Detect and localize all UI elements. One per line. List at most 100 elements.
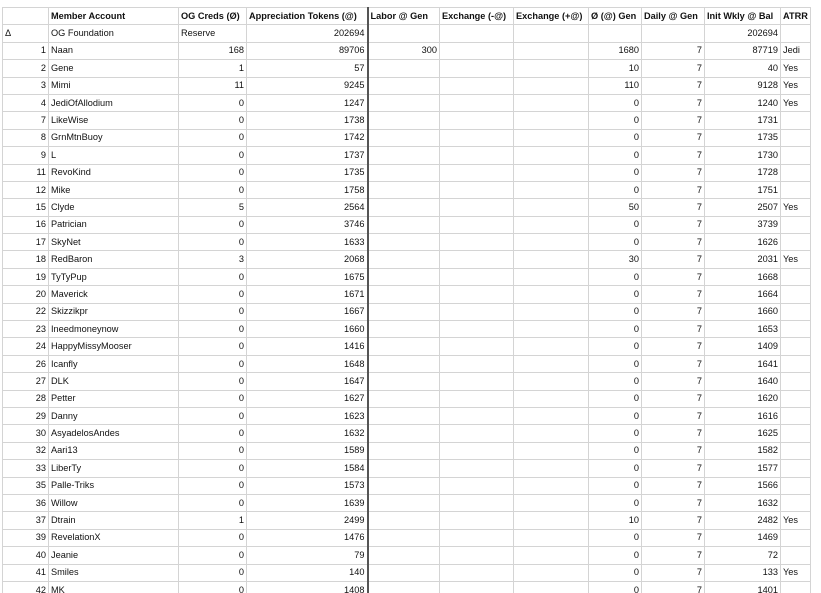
cell-exchange-plus[interactable]	[513, 233, 589, 252]
cell-exchange-plus[interactable]	[513, 180, 589, 200]
cell-exchange-plus[interactable]	[513, 546, 589, 565]
cell-daily-gen[interactable]: 7	[641, 93, 705, 113]
cell-daily-gen[interactable]: 7	[641, 546, 705, 565]
cell-o-gen[interactable]: 0	[588, 302, 642, 322]
cell-exchange-plus[interactable]	[513, 389, 589, 408]
cell-atrr[interactable]: Yes	[780, 59, 811, 78]
cell-og-creds[interactable]: 0	[178, 233, 247, 252]
cell-labor-gen[interactable]	[367, 302, 440, 322]
cell-labor-gen[interactable]	[367, 163, 440, 182]
cell-daily-gen[interactable]: 7	[641, 528, 705, 548]
cell-atrr[interactable]	[780, 285, 811, 304]
cell-og-creds[interactable]: 0	[178, 389, 247, 408]
cell-atrr[interactable]	[780, 337, 811, 356]
cell-exchange-plus[interactable]	[513, 511, 589, 530]
cell-daily-gen[interactable]: 7	[641, 580, 705, 593]
cell-labor-gen[interactable]	[367, 337, 440, 356]
row-index[interactable]: 3	[2, 76, 49, 95]
cell-appreciation-tokens[interactable]: 89706	[246, 41, 369, 61]
cell-labor-gen[interactable]	[367, 459, 440, 478]
cell-labor-gen[interactable]	[367, 215, 440, 235]
cell-og-creds[interactable]: 0	[178, 267, 247, 287]
cell-exchange-minus[interactable]	[439, 580, 514, 593]
cell-appreciation-tokens[interactable]: 1758	[246, 180, 369, 200]
cell-exchange-plus[interactable]	[513, 146, 589, 165]
cell-init-wkly-bal[interactable]: 1469	[704, 528, 781, 548]
cell-og-creds[interactable]: 1	[178, 511, 247, 530]
cell-member-account[interactable]: MK	[48, 580, 179, 593]
cell-og-creds[interactable]: 168	[178, 41, 247, 61]
cell-exchange-minus[interactable]	[439, 372, 514, 391]
cell-exchange-minus[interactable]	[439, 302, 514, 322]
cell-o-gen[interactable]: 110	[588, 76, 642, 95]
cell-init-wkly-bal[interactable]: 9128	[704, 76, 781, 95]
header-o-gen[interactable]: Ø (@) Gen	[588, 6, 642, 26]
cell-exchange-plus[interactable]	[513, 580, 589, 593]
cell-init-wkly-bal[interactable]: 1730	[704, 146, 781, 165]
cell-daily-gen[interactable]: 7	[641, 372, 705, 391]
cell-atrr[interactable]	[780, 372, 811, 391]
cell-og-creds[interactable]: 11	[178, 76, 247, 95]
cell-exchange-minus[interactable]	[439, 406, 514, 426]
cell-labor-gen[interactable]	[367, 389, 440, 408]
cell-daily-gen[interactable]: 7	[641, 493, 705, 513]
cell-atrr[interactable]: Yes	[780, 198, 811, 217]
cell-labor-gen[interactable]	[367, 441, 440, 461]
cell-exchange-plus[interactable]	[513, 285, 589, 304]
cell-daily-gen[interactable]: 7	[641, 128, 705, 148]
cell-member-account[interactable]: TyTyPup	[48, 267, 179, 287]
row-index[interactable]: 30	[2, 424, 49, 443]
cell-exchange-minus[interactable]	[439, 41, 514, 61]
cell-o-gen[interactable]: 0	[588, 163, 642, 182]
cell-og-creds[interactable]: 0	[178, 563, 247, 582]
cell-exchange-minus[interactable]	[439, 337, 514, 356]
cell-daily-gen[interactable]: 7	[641, 441, 705, 461]
cell-member-account[interactable]: Smiles	[48, 563, 179, 582]
cell-atrr[interactable]	[780, 441, 811, 461]
cell-labor-gen[interactable]	[367, 128, 440, 148]
cell-daily-gen[interactable]: 7	[641, 76, 705, 95]
cell-atrr[interactable]	[780, 354, 811, 374]
cell-member-account[interactable]: Jeanie	[48, 546, 179, 565]
cell-exchange-minus[interactable]	[439, 459, 514, 478]
cell-daily-gen[interactable]: 7	[641, 215, 705, 235]
cell-exchange-minus[interactable]	[439, 233, 514, 252]
cell-daily-gen[interactable]: 7	[641, 406, 705, 426]
cell-atrr[interactable]	[780, 476, 811, 495]
cell-appreciation-tokens[interactable]: 79	[246, 546, 369, 565]
cell-appreciation-tokens[interactable]: 1632	[246, 424, 369, 443]
cell-daily-gen[interactable]: 7	[641, 250, 705, 269]
header-appreciation-tokens[interactable]: Appreciation Tokens (@)	[246, 6, 369, 26]
cell-init-wkly-bal[interactable]: 1625	[704, 424, 781, 443]
header-atrr[interactable]: ATRR	[780, 6, 811, 26]
cell-init-wkly-bal[interactable]: 3739	[704, 215, 781, 235]
cell-appreciation-tokens[interactable]: 1738	[246, 111, 369, 130]
cell-exchange-minus[interactable]	[439, 267, 514, 287]
cell-member-account[interactable]: Mimi	[48, 76, 179, 95]
row-index[interactable]: 19	[2, 267, 49, 287]
cell-appreciation-tokens[interactable]: 1416	[246, 337, 369, 356]
row-index[interactable]: 37	[2, 511, 49, 530]
cell-o-gen[interactable]: 30	[588, 250, 642, 269]
cell-member-account[interactable]: Danny	[48, 406, 179, 426]
row-index[interactable]: 35	[2, 476, 49, 495]
cell-exchange-minus[interactable]	[439, 111, 514, 130]
cell-daily-gen[interactable]: 7	[641, 59, 705, 78]
cell-init-wkly-bal[interactable]: 1626	[704, 233, 781, 252]
cell-atrr[interactable]	[780, 146, 811, 165]
cell-exchange-minus[interactable]	[439, 146, 514, 165]
cell-member-account[interactable]: Maverick	[48, 285, 179, 304]
cell-exchange-minus[interactable]	[439, 563, 514, 582]
cell-o-gen[interactable]: 0	[588, 337, 642, 356]
cell-daily-gen[interactable]: 7	[641, 198, 705, 217]
cell-og-creds[interactable]: 0	[178, 580, 247, 593]
header-daily-gen[interactable]: Daily @ Gen	[641, 6, 705, 26]
row-index[interactable]: 32	[2, 441, 49, 461]
cell-appreciation-tokens[interactable]: 2499	[246, 511, 369, 530]
cell-exchange-minus[interactable]	[439, 511, 514, 530]
header-index[interactable]	[2, 6, 49, 26]
cell-init-wkly-bal[interactable]: 1653	[704, 320, 781, 339]
cell-member-account[interactable]: Palle-Triks	[48, 476, 179, 495]
cell-member-account[interactable]: Naan	[48, 41, 179, 61]
cell-labor-gen[interactable]	[367, 372, 440, 391]
